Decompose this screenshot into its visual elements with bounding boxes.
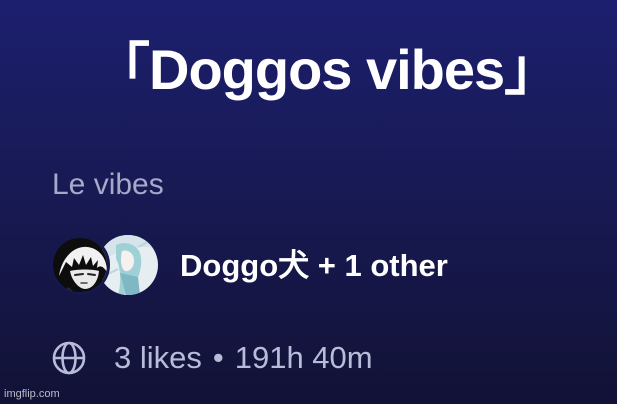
imgflip-watermark: imgflip.com bbox=[4, 388, 60, 400]
owners-link[interactable]: Doggo犬 + 1 other bbox=[180, 246, 448, 286]
playlist-owners: Doggo犬 + 1 other bbox=[50, 234, 448, 298]
owner-avatars[interactable] bbox=[50, 234, 160, 298]
owner-avatar-primary[interactable] bbox=[50, 235, 110, 295]
likes-count: 3 likes bbox=[114, 340, 202, 375]
globe-icon bbox=[52, 341, 86, 375]
playlist-title: 「Doggos vibes」 bbox=[94, 38, 560, 101]
meta-separator: • bbox=[212, 340, 224, 375]
playlist-description: Le vibes bbox=[52, 168, 164, 201]
playlist-meta: 3 likes • 191h 40m bbox=[50, 337, 373, 379]
playlist-duration: 191h 40m bbox=[234, 340, 373, 375]
anime-avatar-dark-image bbox=[53, 238, 107, 292]
